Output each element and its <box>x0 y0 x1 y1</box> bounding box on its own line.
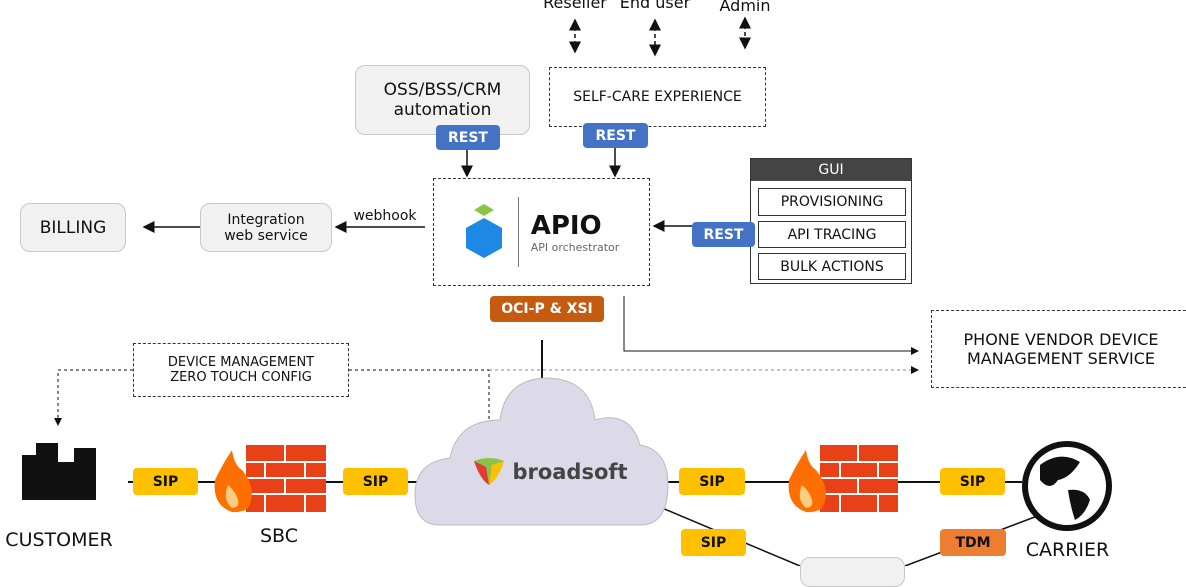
sip-badge: SIP <box>133 468 198 495</box>
broadsoft-logo: broadsoft <box>460 452 640 492</box>
actor-admin: Admin <box>719 0 771 15</box>
sip-badge: SIP <box>940 468 1005 495</box>
apio-subtitle: API orchestrator <box>530 240 620 254</box>
apio-title: APIO <box>530 210 602 241</box>
sip-badge: SIP <box>681 529 746 556</box>
rest-badge: REST <box>436 125 500 150</box>
sbc-label: SBC <box>259 525 299 547</box>
apio-box: APIO API orchestrator <box>433 178 650 286</box>
device-management-box: DEVICE MANAGEMENT ZERO TOUCH CONFIG <box>133 343 349 397</box>
actor-reseller: Reseller <box>543 0 607 12</box>
phone-vendor-box: PHONE VENDOR DEVICE MANAGEMENT SERVICE <box>931 310 1186 388</box>
ocip-xsi-badge: OCI-P & XSI <box>490 296 604 322</box>
rest-badge: REST <box>583 123 648 148</box>
sip-badge: SIP <box>343 468 408 495</box>
gui-provisioning[interactable]: PROVISIONING <box>758 188 906 216</box>
broadsoft-logo-icon <box>474 458 505 485</box>
sip-badge: SIP <box>679 468 745 495</box>
bottom-box <box>800 557 905 587</box>
carrier-label: CARRIER <box>1025 539 1110 561</box>
gui-header: GUI <box>751 159 911 181</box>
gui-bulk-actions[interactable]: BULK ACTIONS <box>758 253 906 280</box>
rest-badge: REST <box>692 222 755 247</box>
gui-api-tracing[interactable]: API TRACING <box>758 221 906 248</box>
tdm-badge: TDM <box>940 529 1006 556</box>
self-care-box: SELF-CARE EXPERIENCE <box>549 67 766 127</box>
billing-box: BILLING <box>20 203 126 252</box>
broadsoft-label: broadsoft <box>512 460 628 484</box>
customer-label: CUSTOMER <box>5 529 113 551</box>
actor-end-user: End user <box>619 0 691 12</box>
webhook-label: webhook <box>353 208 417 224</box>
apio-logo-icon <box>465 204 502 258</box>
integration-box: Integration web service <box>200 203 332 252</box>
